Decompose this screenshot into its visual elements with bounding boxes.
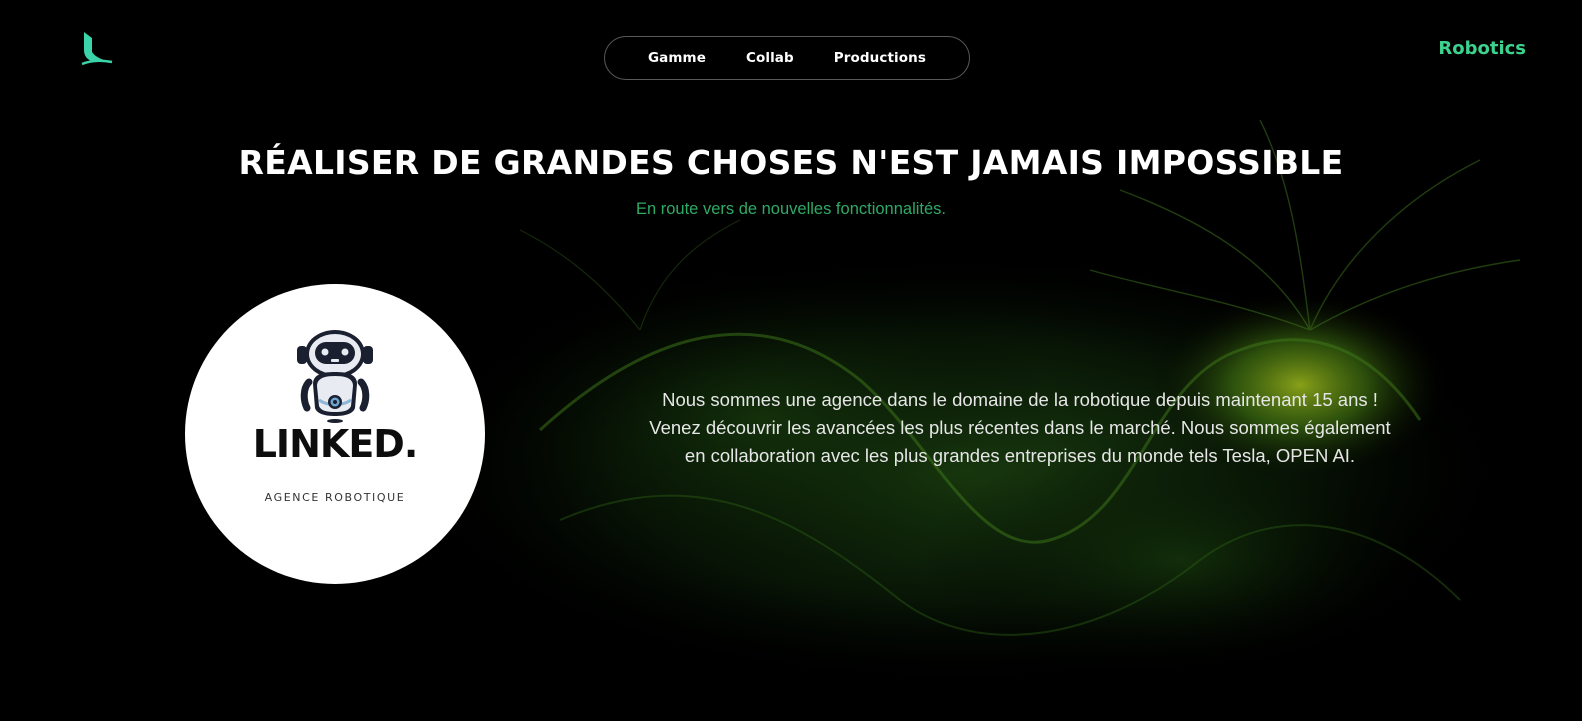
about-text: Nous sommes une agence dans le domaine d… (640, 386, 1400, 470)
page: Gamme Collab Productions Robotics RÉALIS… (0, 0, 1582, 721)
hero-title: RÉALISER DE GRANDES CHOSES N'EST JAMAIS … (238, 143, 1344, 182)
about-line: en collaboration avec les plus grandes e… (684, 445, 1356, 466)
nav-item-productions[interactable]: Productions (834, 50, 926, 66)
company-logo: LINKED. AGENCE ROBOTIQUE (185, 284, 485, 584)
hero-subtitle: En route vers de nouvelles fonctionnalit… (635, 200, 947, 218)
main-nav: Gamme Collab Productions (604, 36, 970, 80)
l-logo-icon[interactable] (78, 28, 114, 66)
about-line: Nous sommes une agence dans le domaine d… (662, 389, 1378, 410)
nav-item-collab[interactable]: Collab (746, 50, 794, 66)
company-tagline: AGENCE ROBOTIQUE (264, 491, 406, 504)
company-wordmark: LINKED. (252, 422, 419, 466)
nav-item-gamme[interactable]: Gamme (648, 50, 706, 66)
robot-icon (297, 330, 373, 423)
about-line: Venez découvrir les avancées les plus ré… (649, 417, 1391, 438)
robotics-link[interactable]: Robotics (1438, 38, 1526, 59)
